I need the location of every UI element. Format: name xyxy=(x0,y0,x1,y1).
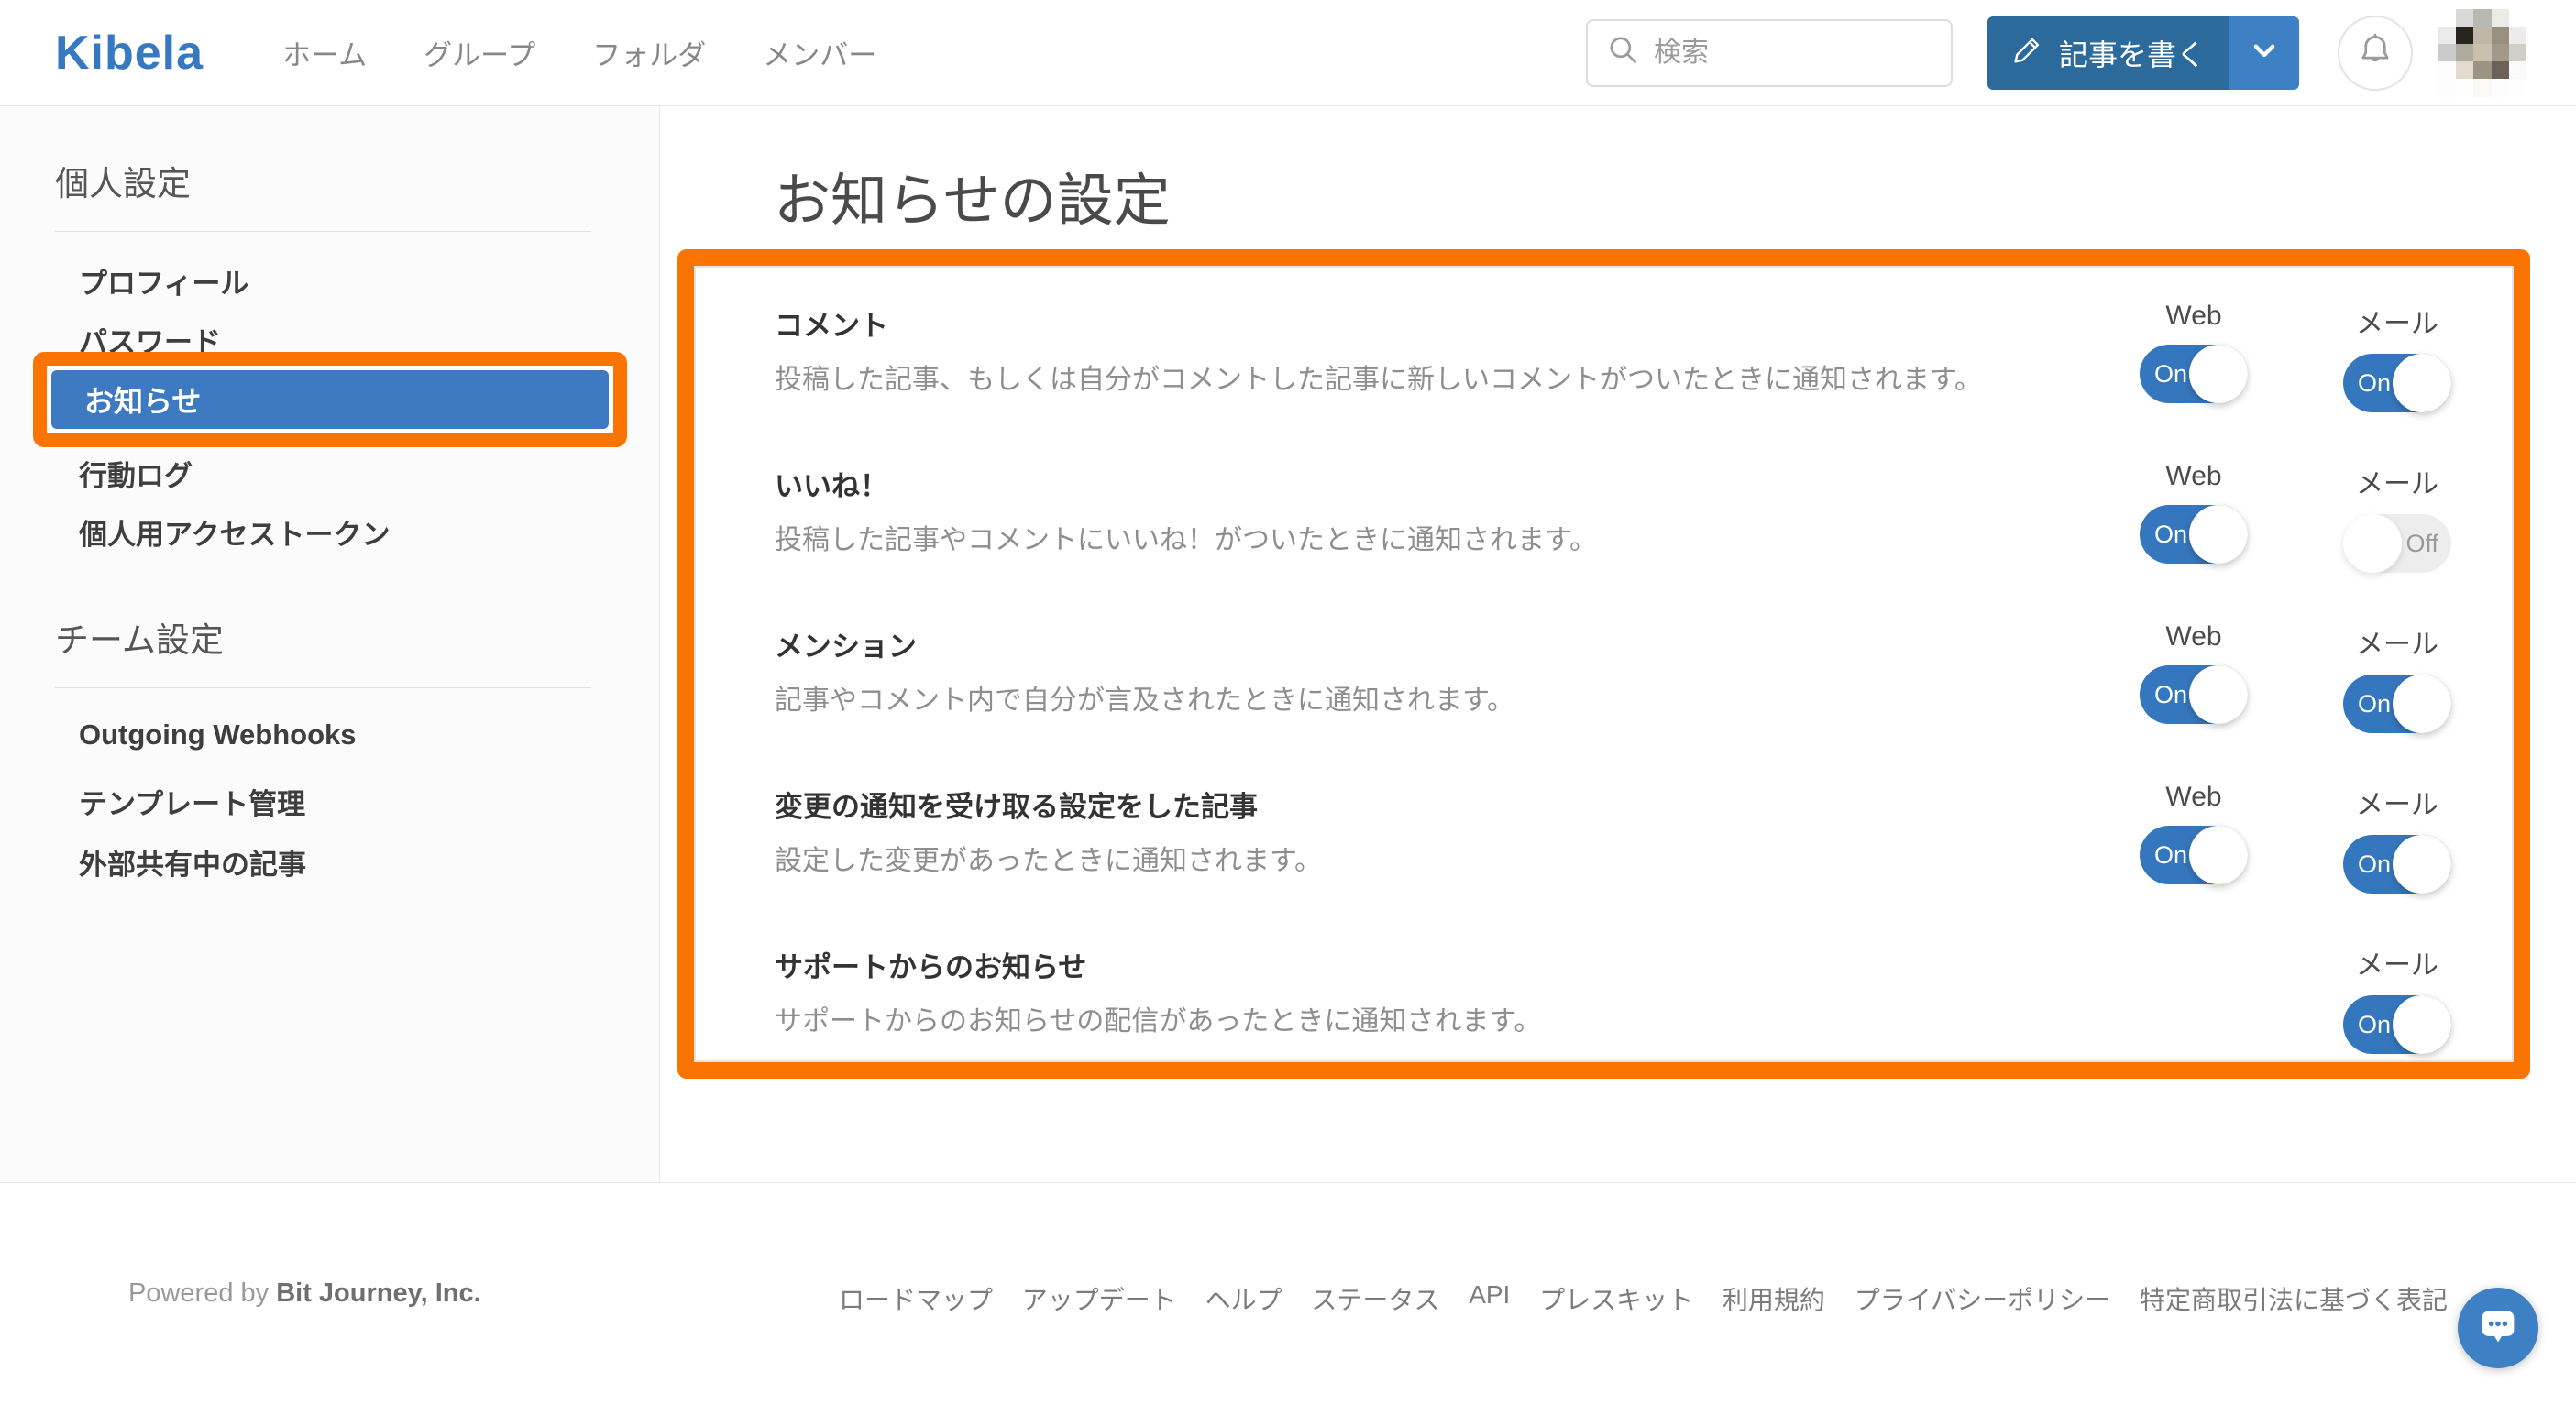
write-article-button[interactable]: 記事を書く xyxy=(1987,16,2229,90)
toggle-knob xyxy=(2393,675,2451,733)
web-column-label: Web xyxy=(2165,621,2222,652)
main-panel: お知らせの設定 コメント 投稿した記事、もしくは自分がコメントした記事に新しいコ… xyxy=(660,106,2576,1182)
mention-web-toggle[interactable]: On xyxy=(2140,665,2248,724)
mail-column-label: メール xyxy=(2356,309,2438,339)
nav-item-folders[interactable]: フォルダ xyxy=(592,32,706,73)
toggle-knob xyxy=(2343,514,2402,573)
setting-title: サポートからのお知らせ xyxy=(775,951,1087,983)
personal-settings-heading: 個人設定 xyxy=(55,165,191,203)
sidebar-item-profile[interactable]: プロフィール xyxy=(79,260,248,302)
comment-web-toggle[interactable]: On xyxy=(2140,345,2248,403)
sidebar-item-access-tokens[interactable]: 個人用アクセストークン xyxy=(79,511,390,553)
mail-column-label: メール xyxy=(2356,790,2438,820)
search-input[interactable] xyxy=(1653,37,1932,69)
settings-sidebar: 個人設定 プロフィール パスワード お知らせ 行動ログ 個人用アクセストークン … xyxy=(0,106,660,1182)
toggle-knob xyxy=(2393,835,2451,894)
write-article-button-group: 記事を書く xyxy=(1987,16,2299,90)
chat-bubble-icon xyxy=(2474,1302,2522,1355)
notifications-bell-button[interactable] xyxy=(2338,15,2413,91)
sidebar-item-outgoing-webhooks[interactable]: Outgoing Webhooks xyxy=(79,718,357,751)
annotation-box-settings: コメント 投稿した記事、もしくは自分がコメントした記事に新しいコメントがついたと… xyxy=(677,249,2530,1079)
toggle-knob xyxy=(2393,995,2451,1054)
notification-settings-list: コメント 投稿した記事、もしくは自分がコメントした記事に新しいコメントがついたと… xyxy=(694,266,2514,1062)
page-title: お知らせの設定 xyxy=(774,170,1171,233)
mail-column-label: メール xyxy=(2356,469,2438,499)
footer-links: ロードマップ アップデート ヘルプ ステータス API プレスキット 利用規約 … xyxy=(839,1280,2448,1317)
nav-item-home[interactable]: ホーム xyxy=(282,32,367,73)
setting-row-comment: コメント 投稿した記事、もしくは自分がコメントした記事に新しいコメントがついたと… xyxy=(775,301,2466,461)
mail-column-label: メール xyxy=(2356,630,2438,660)
divider xyxy=(55,687,591,688)
toggle-knob xyxy=(2189,665,2248,724)
mail-column-label: メール xyxy=(2356,950,2438,981)
watched-mail-toggle[interactable]: On xyxy=(2343,835,2451,894)
footer-link-roadmap[interactable]: ロードマップ xyxy=(839,1280,993,1317)
toggle-knob xyxy=(2393,354,2451,412)
annotation-box-sidebar: お知らせ xyxy=(33,352,627,447)
bell-icon xyxy=(2355,30,2395,75)
setting-title: メンション xyxy=(775,631,917,663)
setting-description: 設定した変更があったときに通知されます。 xyxy=(775,846,1322,876)
like-web-toggle[interactable]: On xyxy=(2140,505,2248,564)
sidebar-item-notifications-selected[interactable]: お知らせ xyxy=(51,370,609,429)
support-chat-button[interactable] xyxy=(2458,1288,2538,1368)
watched-web-toggle[interactable]: On xyxy=(2140,826,2248,884)
avatar[interactable] xyxy=(2438,8,2526,97)
setting-description: 投稿した記事やコメントにいいね！がついたときに通知されます。 xyxy=(775,525,1597,555)
content-area: 個人設定 プロフィール パスワード お知らせ 行動ログ 個人用アクセストークン … xyxy=(0,106,2576,1182)
powered-by: Powered by Bit Journey, Inc. xyxy=(128,1278,481,1308)
top-navbar: Kibela ホーム グループ フォルダ メンバー 記事を書く xyxy=(0,0,2576,106)
nav-item-groups[interactable]: グループ xyxy=(424,32,535,73)
sidebar-item-activity-log[interactable]: 行動ログ xyxy=(79,453,193,494)
footer-link-help[interactable]: ヘルプ xyxy=(1205,1280,1282,1317)
setting-row-mention: メンション 記事やコメント内で自分が言及されたときに通知されます。 Web On xyxy=(775,621,2466,782)
company-name: Bit Journey, Inc. xyxy=(276,1278,481,1308)
setting-row-like: いいね！ 投稿した記事やコメントにいいね！がついたときに通知されます。 Web … xyxy=(775,461,2466,621)
setting-description: 記事やコメント内で自分が言及されたときに通知されます。 xyxy=(775,686,1514,716)
mention-mail-toggle[interactable]: On xyxy=(2343,675,2451,733)
setting-title: いいね！ xyxy=(775,470,888,502)
setting-description: サポートからのお知らせの配信があったときに通知されます。 xyxy=(775,1006,1542,1037)
footer-link-status[interactable]: ステータス xyxy=(1311,1280,1439,1317)
footer-link-updates[interactable]: アップデート xyxy=(1022,1280,1176,1317)
footer-link-privacy-policy[interactable]: プライバシーポリシー xyxy=(1855,1280,2110,1317)
sidebar-item-externally-shared-articles[interactable]: 外部共有中の記事 xyxy=(79,841,306,883)
web-column-label: Web xyxy=(2165,782,2222,812)
nav-item-members[interactable]: メンバー xyxy=(763,32,876,73)
kibela-logo[interactable]: Kibela xyxy=(55,26,204,81)
footer-link-terms[interactable]: 利用規約 xyxy=(1723,1280,1825,1317)
pencil-icon xyxy=(2011,33,2044,73)
setting-row-watched-articles: 変更の通知を受け取る設定をした記事 設定した変更があったときに通知されます。 W… xyxy=(775,782,2466,942)
web-column-label: Web xyxy=(2165,461,2222,491)
search-box xyxy=(1585,18,1953,87)
like-mail-toggle[interactable]: Off xyxy=(2343,514,2451,573)
search-icon xyxy=(1606,33,1641,72)
footer-link-api[interactable]: API xyxy=(1469,1280,1510,1317)
team-settings-heading: チーム設定 xyxy=(55,621,224,659)
main-nav: ホーム グループ フォルダ メンバー xyxy=(282,32,876,73)
comment-mail-toggle[interactable]: On xyxy=(2343,354,2451,412)
setting-row-support-news: サポートからのお知らせ サポートからのお知らせの配信があったときに通知されます。… xyxy=(775,942,2466,1102)
toggle-knob xyxy=(2189,505,2248,564)
chevron-down-icon xyxy=(2246,32,2283,73)
toggle-knob xyxy=(2189,345,2248,403)
setting-title: コメント xyxy=(775,310,888,342)
web-column-label: Web xyxy=(2165,301,2222,331)
footer-link-press-kit[interactable]: プレスキット xyxy=(1539,1280,1693,1317)
toggle-knob xyxy=(2189,826,2248,884)
setting-title: 変更の通知を受け取る設定をした記事 xyxy=(775,791,1258,823)
footer-link-commercial-transactions[interactable]: 特定商取引法に基づく表記 xyxy=(2140,1280,2448,1317)
page-footer: Powered by Bit Journey, Inc. ロードマップ アップデ… xyxy=(0,1182,2576,1404)
sidebar-item-template-management[interactable]: テンプレート管理 xyxy=(79,781,305,822)
divider xyxy=(55,231,591,232)
setting-description: 投稿した記事、もしくは自分がコメントした記事に新しいコメントがついたときに通知さ… xyxy=(775,365,1982,395)
support-mail-toggle[interactable]: On xyxy=(2343,995,2451,1054)
write-article-dropdown-button[interactable] xyxy=(2229,16,2299,90)
